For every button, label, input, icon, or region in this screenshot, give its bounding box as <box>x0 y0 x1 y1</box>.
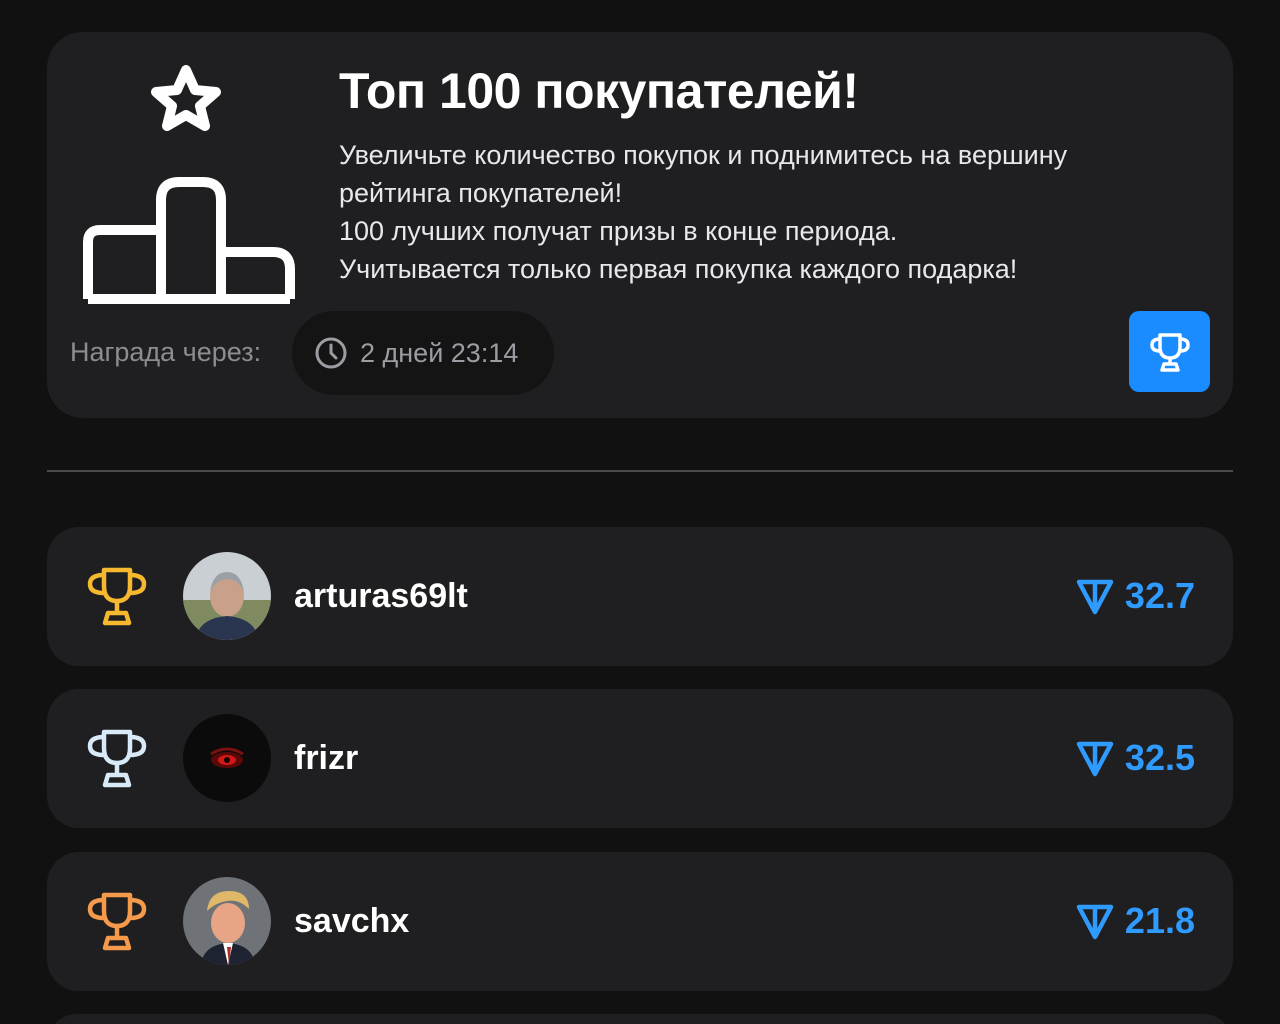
description-line: Учитывается только первая покупка каждог… <box>339 254 1018 284</box>
avatar <box>183 714 271 802</box>
description-line: 100 лучших получат призы в конце периода… <box>339 216 898 246</box>
clock-icon <box>315 337 347 369</box>
silver-trophy-icon <box>87 729 147 788</box>
leaderboard-row[interactable]: frizr 32.5 <box>47 689 1233 828</box>
podium-star-icon <box>83 65 295 304</box>
score-value: 32.5 <box>1124 737 1195 778</box>
leaderboard-page: Топ 100 покупателей! Увеличьте количеств… <box>0 0 1280 1024</box>
leaderboard-row-partial[interactable] <box>47 1014 1233 1024</box>
leaderboard-row[interactable]: savchx 21.8 <box>47 852 1233 991</box>
top-buyers-card: Топ 100 покупателей! Увеличьте количеств… <box>47 32 1233 418</box>
description-line: рейтинга покупателей! <box>339 178 623 208</box>
username: arturas69lt <box>294 577 468 615</box>
username: frizr <box>294 739 359 777</box>
username: savchx <box>294 902 410 940</box>
leaderboard-row[interactable]: arturas69lt 32.7 <box>47 527 1233 666</box>
timer-value: 2 дней 23:14 <box>360 337 519 368</box>
score: 21.8 <box>1075 900 1195 942</box>
ton-icon <box>1076 741 1114 777</box>
reward-label: Награда через: <box>70 337 262 367</box>
score-value: 21.8 <box>1124 900 1195 941</box>
score: 32.7 <box>1075 575 1195 617</box>
description: Увеличьте количество покупок и поднимите… <box>339 136 1199 288</box>
avatar <box>183 552 271 640</box>
trophy-button[interactable] <box>1129 311 1210 392</box>
reward-timer: 2 дней 23:14 <box>292 311 554 395</box>
description-line: Увеличьте количество покупок и поднимите… <box>339 140 1068 170</box>
gold-trophy-icon <box>87 567 147 626</box>
section-divider <box>47 470 1233 472</box>
score-value: 32.7 <box>1124 575 1195 616</box>
ton-icon <box>1076 904 1114 940</box>
page-title: Топ 100 покупателей! <box>339 63 859 119</box>
bronze-trophy-icon <box>87 892 147 951</box>
trophy-icon <box>1149 332 1190 372</box>
ton-icon <box>1076 579 1114 615</box>
avatar <box>183 877 271 965</box>
score: 32.5 <box>1075 737 1195 779</box>
